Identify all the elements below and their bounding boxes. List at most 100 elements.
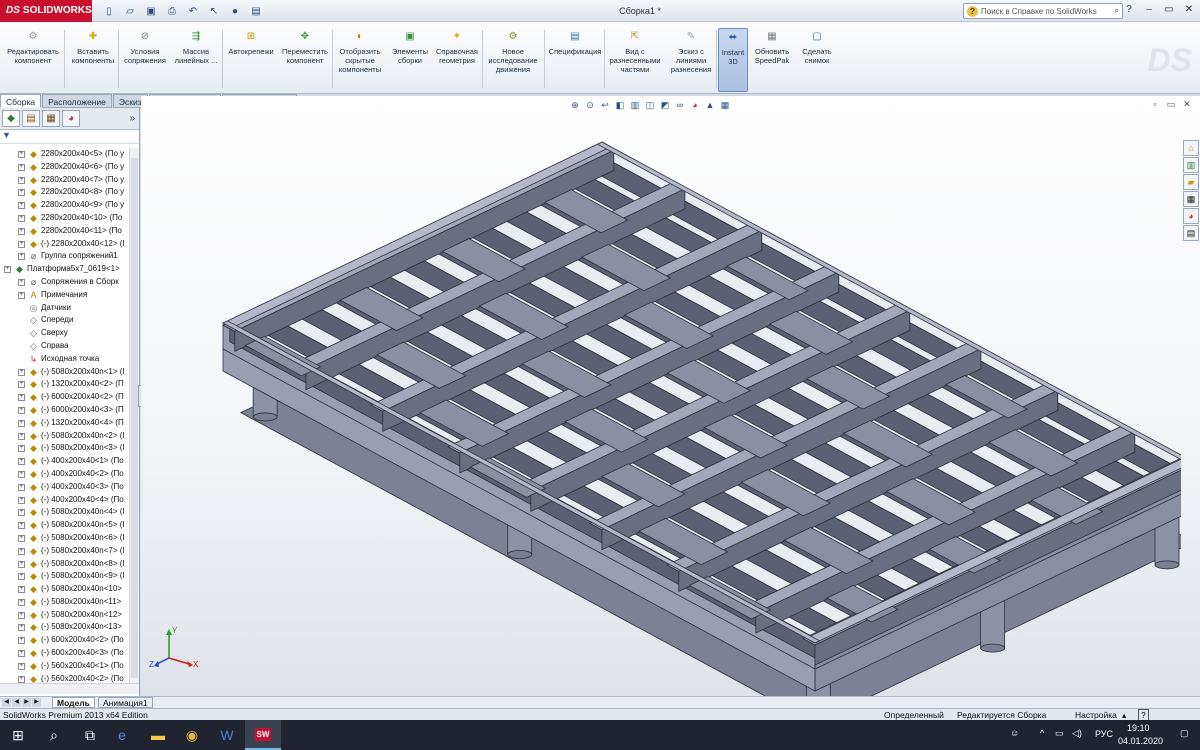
rebuild-icon[interactable]: ● bbox=[226, 3, 244, 19]
clock-date[interactable]: 04.01.2020 bbox=[1118, 736, 1163, 746]
expand-icon[interactable]: + bbox=[18, 470, 25, 478]
solidworks-taskbar-icon[interactable]: SW bbox=[245, 720, 281, 750]
expand-icon[interactable]: + bbox=[18, 163, 25, 171]
viewport-close-icon[interactable]: ✕ bbox=[1182, 99, 1192, 109]
tree-item[interactable]: + ◆ (-) 6000x200x40<2> (П bbox=[0, 391, 129, 404]
open-folder-icon[interactable]: ▱ bbox=[121, 3, 139, 19]
tray-chevron-icon[interactable]: ^ bbox=[1040, 728, 1044, 738]
expand-icon[interactable]: + bbox=[18, 419, 25, 427]
tree-item[interactable]: + ◆ (-) 400x200x40<3> (По bbox=[0, 481, 129, 494]
tree-item[interactable]: + ◆ (-) 6000x200x40<3> (П bbox=[0, 404, 129, 417]
tree-item[interactable]: + ◆ (-) 560x200x40<2> (По bbox=[0, 673, 129, 683]
tree-item[interactable]: + ◆ (-) 600x200x40<3> (По bbox=[0, 647, 129, 660]
expand-icon[interactable]: + bbox=[18, 432, 25, 440]
expand-icon[interactable]: + bbox=[18, 278, 25, 286]
tree-item[interactable]: + ◆ (-) 5080x200x40n<6> (I bbox=[0, 532, 129, 545]
expand-icon[interactable]: + bbox=[18, 573, 25, 581]
ribbon-button-reference-geometry[interactable]: ✦ Справочная геометрия bbox=[432, 28, 482, 92]
task-view-icon[interactable]: ⧉ bbox=[72, 720, 108, 750]
custom-properties-icon[interactable]: ▤ bbox=[1183, 225, 1199, 241]
tree-item[interactable]: + ◆ (-) 5080x200x40n<13> bbox=[0, 621, 129, 634]
tree-item[interactable]: + ◆ (-) 5080x200x40n<9> (I bbox=[0, 570, 129, 583]
tree-item[interactable]: + ◆ (-) 5080x200x40n<7> (I bbox=[0, 545, 129, 558]
expand-icon[interactable]: + bbox=[18, 675, 25, 683]
first-tab-icon[interactable]: ◀ bbox=[2, 698, 11, 707]
scrollbar-thumb[interactable] bbox=[131, 158, 138, 678]
tree-item[interactable]: + ◆ 2280x200x40<10> (По bbox=[0, 212, 129, 225]
tree-horizontal-scrollbar[interactable] bbox=[0, 683, 139, 694]
ribbon-button-snapshot[interactable]: ▢ Сделать снимок bbox=[797, 28, 837, 92]
expand-icon[interactable]: + bbox=[18, 586, 25, 594]
options-icon[interactable]: ▤ bbox=[247, 3, 265, 19]
ribbon-button-speedpak[interactable]: ▦ Обновить SpeedPak bbox=[752, 28, 792, 92]
ribbon-button-smart-fasteners[interactable]: ⊞ Автокрепежи bbox=[224, 28, 278, 92]
ribbon-button-mate[interactable]: ⊘ Условия сопряжения bbox=[120, 28, 170, 92]
expand-icon[interactable]: + bbox=[4, 266, 11, 274]
tree-item[interactable]: + ◆ (-) 400x200x40<4> (По bbox=[0, 494, 129, 507]
expand-icon[interactable]: + bbox=[18, 637, 25, 645]
ribbon-button-move-component[interactable]: ✥ Переместить компонент bbox=[280, 28, 330, 92]
expand-icon[interactable]: + bbox=[18, 227, 25, 235]
expand-icon[interactable]: + bbox=[18, 445, 25, 453]
minimize-icon[interactable]: – bbox=[1140, 3, 1158, 18]
expand-icon[interactable]: + bbox=[18, 611, 25, 619]
tree-item[interactable]: + ◆ 2280x200x40<9> (По у bbox=[0, 199, 129, 212]
expand-icon[interactable]: + bbox=[18, 624, 25, 632]
expand-icon[interactable]: + bbox=[18, 650, 25, 658]
file-explorer-icon[interactable]: ▰ bbox=[1183, 174, 1199, 190]
tree-item[interactable]: + ◆ (-) 5080x200x40n<2> (I bbox=[0, 430, 129, 443]
expand-icon[interactable]: + bbox=[18, 202, 25, 210]
new-document-icon[interactable]: ▯ bbox=[100, 3, 118, 19]
close-icon[interactable]: ✕ bbox=[1180, 3, 1198, 18]
expand-icon[interactable]: + bbox=[18, 189, 25, 197]
chrome-icon[interactable]: ◉ bbox=[174, 720, 210, 750]
tree-item[interactable]: + ⌀ Группа сопряжений1 bbox=[0, 250, 129, 263]
tree-item[interactable]: + ◆ 2280x200x40<7> (По у bbox=[0, 174, 129, 187]
expand-icon[interactable]: + bbox=[18, 547, 25, 555]
expand-icon[interactable]: + bbox=[18, 151, 25, 158]
undo-icon[interactable]: ↶ bbox=[184, 3, 202, 19]
tree-item[interactable]: + ◆ 2280x200x40<11> (По bbox=[0, 225, 129, 238]
expand-icon[interactable]: + bbox=[18, 406, 25, 414]
tree-item[interactable]: + ◆ Платформа5x7_0619<1> bbox=[0, 263, 129, 276]
file-explorer-taskbar-icon[interactable]: ▬ bbox=[140, 720, 176, 750]
expand-icon[interactable]: + bbox=[18, 240, 25, 248]
person-icon[interactable]: ☺ bbox=[1010, 728, 1019, 738]
expand-icon[interactable]: + bbox=[18, 368, 25, 376]
expand-icon[interactable]: + bbox=[18, 253, 25, 261]
graphics-area[interactable]: ⊕ ⊙ ↩ ◧ ▥ ◫ ◩ ∞ ◕ ▲ ▦ ▫ ▭ ✕ ⌂ ▥ ▰ ▦ ◕ ▤ bbox=[141, 96, 1200, 696]
tree-item[interactable]: ◎ Датчики bbox=[0, 302, 129, 315]
model-tab[interactable]: Модель bbox=[52, 697, 95, 708]
tree-item[interactable]: + ◆ (-) 400x200x40<1> (По bbox=[0, 455, 129, 468]
save-icon[interactable]: ▣ bbox=[142, 3, 160, 19]
help-search-input[interactable]: Поиск в Справке по SolidWorks bbox=[981, 7, 1097, 16]
display-manager-tab-icon[interactable]: ◕ bbox=[62, 110, 80, 127]
expand-icon[interactable]: + bbox=[18, 483, 25, 491]
expand-icon[interactable]: + bbox=[18, 496, 25, 504]
last-tab-icon[interactable]: ▶ bbox=[32, 698, 41, 707]
edge-browser-icon[interactable]: e bbox=[104, 720, 140, 750]
tree-item[interactable]: + ◆ (-) 5080x200x40n<11> bbox=[0, 596, 129, 609]
volume-icon[interactable]: ◁) bbox=[1072, 728, 1082, 739]
tree-item[interactable]: + ◆ (-) 5080x200x40n<8> (I bbox=[0, 558, 129, 571]
expand-icon[interactable]: + bbox=[18, 458, 25, 466]
notifications-icon[interactable]: ▢ bbox=[1180, 728, 1189, 739]
tree-item[interactable]: + ⌀ Сопряжения в Сборк bbox=[0, 276, 129, 289]
tree-item[interactable]: + ◆ (-) 560x200x40<1> (По bbox=[0, 660, 129, 673]
tree-item[interactable]: + ◆ (-) 2280x200x40<12> (I bbox=[0, 238, 129, 251]
tree-scrollbar[interactable] bbox=[129, 148, 139, 683]
prev-tab-icon[interactable]: ◀ bbox=[12, 698, 21, 707]
ribbon-button-linear-pattern[interactable]: ⇶ Массив линейных ... bbox=[170, 28, 222, 92]
tree-item[interactable]: + ◆ 2280x200x40<8> (По у bbox=[0, 186, 129, 199]
tree-item[interactable]: + A Примечания bbox=[0, 289, 129, 302]
next-tab-icon[interactable]: ▶ bbox=[22, 698, 31, 707]
property-manager-tab-icon[interactable]: ▤ bbox=[22, 110, 40, 127]
expand-icon[interactable]: + bbox=[18, 394, 25, 402]
tree-item[interactable]: + ◆ (-) 5080x200x40n<5> (I bbox=[0, 519, 129, 532]
tree-item[interactable]: + ◆ (-) 1320x200x40<2> (П bbox=[0, 378, 129, 391]
word-icon[interactable]: W bbox=[209, 720, 245, 750]
ribbon-button-show-hidden[interactable]: ◐ Отобразить скрытые компоненты bbox=[334, 28, 386, 92]
tree-item[interactable]: ↳ Исходная точка bbox=[0, 353, 129, 366]
tree-item[interactable]: ◇ Спереди bbox=[0, 314, 129, 327]
ribbon-button-assembly-features[interactable]: ▣ Элементы сборки bbox=[390, 28, 430, 92]
